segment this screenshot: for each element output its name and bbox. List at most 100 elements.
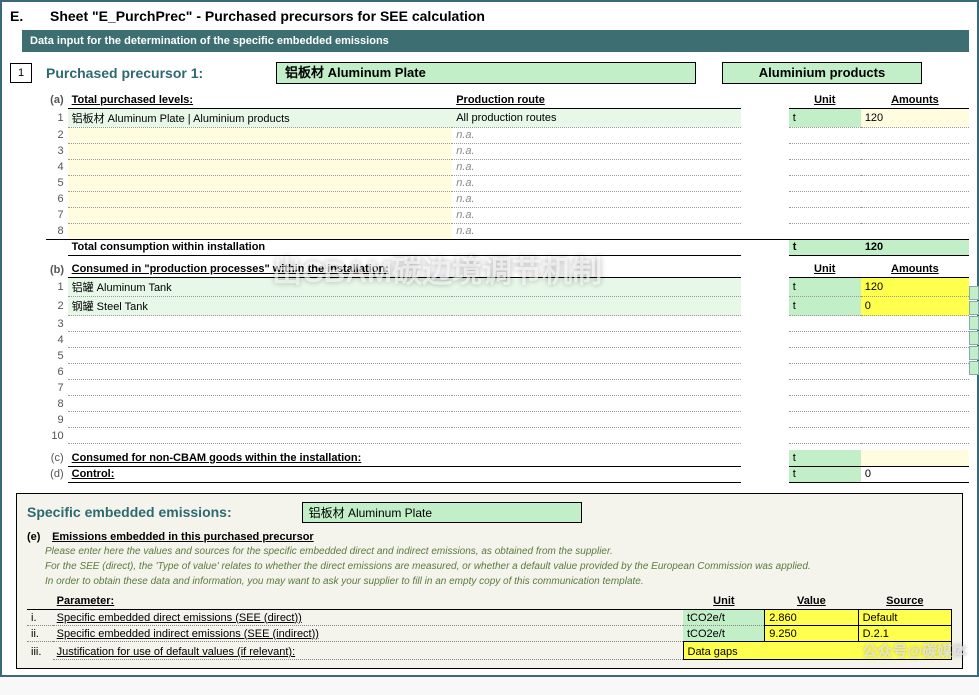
- help-3: In order to obtain these data and inform…: [45, 575, 952, 588]
- label-c: (c): [46, 450, 68, 466]
- row-num: 6: [46, 364, 68, 380]
- cell-amt[interactable]: 120: [861, 108, 969, 127]
- cell-desc[interactable]: [68, 428, 741, 444]
- label-e: (e): [27, 531, 49, 543]
- row-idx: i.: [27, 610, 53, 626]
- total-a-unit: t: [789, 239, 861, 255]
- precursor-name-input[interactable]: 铝板材 Aluminum Plate: [276, 62, 696, 84]
- cell-desc[interactable]: [68, 412, 741, 428]
- row-num: 5: [46, 348, 68, 364]
- cell-desc[interactable]: [68, 223, 453, 239]
- row-num: 7: [46, 207, 68, 223]
- cell-unit: [789, 191, 861, 207]
- cell-amt[interactable]: [861, 348, 969, 364]
- title-d: Control:: [68, 466, 741, 482]
- col-param: Parameter:: [53, 594, 683, 610]
- cell-amt[interactable]: [861, 380, 969, 396]
- cell-amt[interactable]: [861, 143, 969, 159]
- table-row: ii.Specific embedded indirect emissions …: [27, 626, 952, 642]
- cell-amt[interactable]: [861, 364, 969, 380]
- cell-unit: [789, 223, 861, 239]
- cell-desc[interactable]: [68, 316, 741, 332]
- cell-amt[interactable]: [861, 223, 969, 239]
- cell-desc[interactable]: 钢罐 Steel Tank: [68, 297, 741, 316]
- row-num: 6: [46, 191, 68, 207]
- table-row: 1铝罐 Aluminum Tank t120: [46, 278, 969, 297]
- table-row: 6 n.a.: [46, 191, 969, 207]
- cell-src[interactable]: D.2.1: [858, 626, 951, 642]
- cell-desc[interactable]: [68, 396, 741, 412]
- title-c: Consumed for non-CBAM goods within the i…: [68, 450, 741, 466]
- cell-amt[interactable]: [861, 175, 969, 191]
- row-num: 5: [46, 175, 68, 191]
- cell-unit: [789, 159, 861, 175]
- cell-route: All production routes: [452, 108, 740, 127]
- cell-src[interactable]: Default: [858, 610, 951, 626]
- just-value[interactable]: Data gaps: [683, 642, 952, 660]
- side-tabs: [969, 286, 979, 376]
- cell-desc[interactable]: [68, 332, 741, 348]
- cell-unit: [789, 143, 861, 159]
- table-row: 3: [46, 316, 969, 332]
- cell-unit: t: [789, 108, 861, 127]
- cell-desc[interactable]: [68, 364, 741, 380]
- cell-amt[interactable]: [861, 191, 969, 207]
- row-num: 2: [46, 127, 68, 143]
- cell-val[interactable]: 2.860: [765, 610, 858, 626]
- cell-amt[interactable]: [861, 316, 969, 332]
- cell-unit: [789, 348, 861, 364]
- total-a-amt: 120: [861, 239, 969, 255]
- table-row: 7: [46, 380, 969, 396]
- help-2: For the SEE (direct), the 'Type of value…: [45, 560, 952, 573]
- cell-param: Specific embedded direct emissions (SEE …: [53, 610, 683, 626]
- row-num: 7: [46, 380, 68, 396]
- cell-unit: t: [789, 278, 861, 297]
- cell-amt[interactable]: [861, 207, 969, 223]
- cell-desc[interactable]: [68, 127, 453, 143]
- table-row: 9: [46, 412, 969, 428]
- amt-c[interactable]: [861, 450, 969, 466]
- cell-amt[interactable]: [861, 127, 969, 143]
- section-letter: E.: [10, 8, 50, 24]
- cell-desc[interactable]: 铝罐 Aluminum Tank: [68, 278, 741, 297]
- cell-amt[interactable]: [861, 396, 969, 412]
- cell-desc[interactable]: 铝板材 Aluminum Plate | Aluminium products: [68, 108, 453, 127]
- unit-c: t: [789, 450, 861, 466]
- cell-desc[interactable]: [68, 175, 453, 191]
- table-a: (a) Total purchased levels: Production r…: [46, 92, 969, 256]
- cell-desc[interactable]: [68, 143, 453, 159]
- table-row: 2n.a.: [46, 127, 969, 143]
- cell-unit: [789, 364, 861, 380]
- cell-desc[interactable]: [68, 380, 741, 396]
- row-idx: ii.: [27, 626, 53, 642]
- table-row: 2钢罐 Steel Tankt0: [46, 297, 969, 316]
- cell-unit: [789, 428, 861, 444]
- cell-amt[interactable]: [861, 428, 969, 444]
- cell-val[interactable]: 9.250: [765, 626, 858, 642]
- cell-desc[interactable]: [68, 191, 453, 207]
- row-num: 1: [46, 278, 68, 297]
- cell-desc[interactable]: [68, 348, 741, 364]
- row-num: 4: [46, 332, 68, 348]
- emissions-subtitle: Emissions embedded in this purchased pre…: [52, 531, 314, 543]
- cell-unit: [789, 175, 861, 191]
- emissions-name: 铝板材 Aluminum Plate: [302, 502, 582, 523]
- banner: Data input for the determination of the …: [22, 30, 969, 52]
- cell-desc[interactable]: [68, 207, 453, 223]
- table-row: 10: [46, 428, 969, 444]
- col-b-amt: Amounts: [861, 262, 969, 278]
- label-b: (b): [46, 262, 68, 278]
- cell-amt[interactable]: [861, 159, 969, 175]
- cell-desc[interactable]: [68, 159, 453, 175]
- section-cd: (c) Consumed for non-CBAM goods within t…: [46, 450, 969, 483]
- cell-amt[interactable]: [861, 332, 969, 348]
- cell-amt[interactable]: 0: [861, 297, 969, 316]
- cell-amt[interactable]: 120: [861, 278, 969, 297]
- row-num: 8: [46, 396, 68, 412]
- cell-route: n.a.: [452, 191, 740, 207]
- row-num: 1: [46, 108, 68, 127]
- row-num: 9: [46, 412, 68, 428]
- help-1: Please enter here the values and sources…: [45, 545, 952, 558]
- just-idx: iii.: [27, 642, 53, 660]
- cell-amt[interactable]: [861, 412, 969, 428]
